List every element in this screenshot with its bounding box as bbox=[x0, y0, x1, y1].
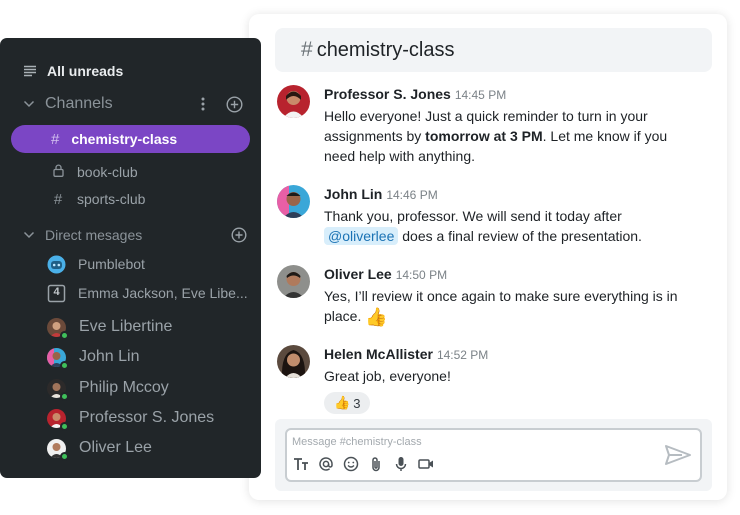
sidebar-item-label: Emma Jackson, Eve Libe... bbox=[78, 285, 248, 301]
message-text: Yes, I’ll review it once again to make s… bbox=[324, 288, 678, 327]
emoji-icon[interactable] bbox=[343, 456, 359, 472]
chevron-down-icon[interactable] bbox=[23, 100, 35, 108]
avatar[interactable] bbox=[277, 185, 310, 218]
sidebar-item-label: Professor S. Jones bbox=[79, 409, 215, 426]
message-author[interactable]: Helen McAllister bbox=[324, 346, 433, 362]
group-count-icon: 4 bbox=[47, 284, 66, 303]
add-dm-icon[interactable] bbox=[231, 227, 247, 243]
sidebar-item-group-dm[interactable]: 4 Emma Jackson, Eve Libe... bbox=[0, 281, 261, 305]
sidebar-item-chemistry-class[interactable]: # chemistry-class bbox=[11, 125, 250, 153]
sidebar: All unreads Channels # chemistry-class b… bbox=[0, 38, 261, 478]
sidebar-item-label: John Lin bbox=[79, 348, 140, 365]
bot-icon bbox=[47, 255, 66, 274]
list-icon bbox=[23, 65, 37, 77]
message-text: Great job, everyone! bbox=[324, 368, 451, 384]
text-format-icon[interactable] bbox=[293, 456, 309, 472]
dm-title: Direct mesages bbox=[45, 227, 143, 243]
avatar bbox=[47, 317, 69, 340]
chat-panel: # chemistry-class Professor S. Jones 14:4… bbox=[249, 14, 727, 500]
message-time: 14:45 PM bbox=[454, 88, 507, 102]
online-status-icon bbox=[60, 330, 69, 340]
sidebar-item-sports-club[interactable]: # sports-club bbox=[0, 189, 261, 209]
composer-area bbox=[275, 419, 712, 491]
message-author[interactable]: Oliver Lee bbox=[324, 266, 392, 282]
message-time: 14:52 PM bbox=[436, 348, 489, 362]
microphone-icon[interactable] bbox=[393, 456, 409, 472]
message-text: Hello everyone! Just a quick reminder to… bbox=[324, 108, 668, 164]
user-mention[interactable]: @oliverlee bbox=[324, 227, 399, 245]
sidebar-item-book-club[interactable]: book-club bbox=[0, 162, 261, 182]
channel-title: chemistry-class bbox=[316, 38, 455, 61]
sidebar-item-label: chemistry-class bbox=[71, 131, 178, 147]
sidebar-item-label: sports-club bbox=[77, 191, 146, 207]
sidebar-item-all-unreads[interactable]: All unreads bbox=[0, 60, 261, 82]
message-text: Thank you, professor. We will send it to… bbox=[324, 208, 642, 245]
sidebar-item-label: Eve Libertine bbox=[79, 318, 173, 335]
add-channel-icon[interactable] bbox=[226, 95, 243, 113]
reaction-count: 3 bbox=[353, 395, 361, 411]
sidebar-item-professor-s-jones[interactable]: Professor S. Jones bbox=[0, 406, 261, 431]
composer-toolbar bbox=[293, 456, 434, 472]
thumbs-up-emoji: 👍 bbox=[365, 307, 388, 327]
sidebar-item-label: Philip Mccoy bbox=[79, 379, 169, 396]
sidebar-item-pumblebot[interactable]: Pumblebot bbox=[0, 252, 261, 276]
channels-title: Channels bbox=[45, 95, 113, 112]
mention-icon[interactable] bbox=[318, 456, 334, 472]
channel-header: # chemistry-class bbox=[275, 28, 712, 72]
send-icon[interactable] bbox=[664, 444, 692, 466]
avatar bbox=[47, 347, 69, 370]
avatar[interactable] bbox=[277, 85, 310, 118]
sidebar-item-eve-libertine[interactable]: Eve Libertine bbox=[0, 315, 261, 340]
sidebar-item-label: Oliver Lee bbox=[79, 439, 152, 456]
avatar bbox=[47, 378, 69, 401]
sidebar-item-label: book-club bbox=[77, 164, 138, 180]
message-composer bbox=[285, 428, 702, 482]
avatar bbox=[47, 438, 69, 461]
message-time: 14:46 PM bbox=[386, 188, 438, 202]
dm-section-header[interactable]: Direct mesages bbox=[0, 224, 261, 246]
message-input[interactable] bbox=[292, 434, 642, 450]
more-options-icon[interactable] bbox=[200, 96, 206, 112]
avatar bbox=[47, 408, 69, 431]
lock-icon bbox=[51, 163, 65, 181]
sidebar-item-john-lin[interactable]: John Lin bbox=[0, 345, 261, 370]
hash-icon: # bbox=[51, 130, 60, 148]
message-time: 14:50 PM bbox=[395, 268, 448, 282]
sidebar-item-label: Pumblebot bbox=[78, 256, 145, 272]
online-status-icon bbox=[60, 451, 69, 461]
sidebar-item-oliver-lee[interactable]: Oliver Lee bbox=[0, 436, 261, 461]
message-author[interactable]: John Lin bbox=[324, 186, 382, 202]
avatar[interactable] bbox=[277, 345, 310, 378]
channel-hash: # bbox=[301, 38, 313, 61]
hash-icon: # bbox=[53, 190, 63, 208]
video-icon[interactable] bbox=[418, 456, 434, 472]
channels-section-header[interactable]: Channels bbox=[0, 93, 261, 115]
online-status-icon bbox=[60, 391, 69, 401]
sidebar-item-philip-mccoy[interactable]: Philip Mccoy bbox=[0, 376, 261, 401]
attachment-icon[interactable] bbox=[368, 456, 384, 472]
reaction-chip[interactable]: 👍 3 bbox=[324, 392, 371, 414]
chevron-down-icon[interactable] bbox=[23, 231, 35, 239]
online-status-icon bbox=[60, 360, 69, 370]
message-author[interactable]: Professor S. Jones bbox=[324, 86, 451, 102]
sidebar-item-label: All unreads bbox=[47, 63, 124, 79]
online-status-icon bbox=[60, 421, 69, 431]
group-count: 4 bbox=[53, 285, 60, 298]
reaction-emoji: 👍 bbox=[334, 395, 351, 410]
avatar[interactable] bbox=[277, 265, 310, 298]
